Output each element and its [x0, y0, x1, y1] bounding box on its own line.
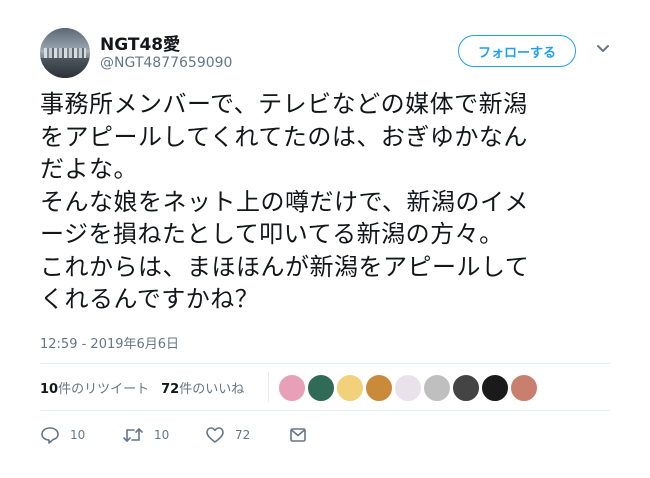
liker-avatar[interactable]: [452, 374, 480, 402]
liker-avatar[interactable]: [394, 374, 422, 402]
divider-bottom: [40, 410, 610, 411]
divider-top: [40, 363, 610, 364]
envelope-icon: [290, 428, 306, 442]
retweet-count: 10: [154, 428, 170, 442]
display-name[interactable]: NGT48愛: [100, 30, 180, 55]
avatar-sky: [40, 28, 90, 50]
likes-label: 件のいいね: [179, 382, 245, 397]
reply-count: 10: [70, 428, 86, 442]
reply-button[interactable]: 10: [40, 426, 85, 444]
retweets-count: 10: [40, 382, 59, 397]
likes-count: 72: [161, 382, 180, 397]
avatar-water: [40, 58, 90, 78]
follow-button-label: フォローする: [477, 45, 556, 61]
reply-icon: [41, 427, 59, 444]
user-handle[interactable]: @NGT4877659090: [100, 55, 232, 71]
chevron-down-icon[interactable]: [594, 42, 612, 56]
like-stat[interactable]: 72件のいいね: [161, 382, 244, 397]
liker-avatar[interactable]: [336, 374, 364, 402]
liker-avatar[interactable]: [510, 374, 538, 402]
like-count: 72: [235, 428, 251, 442]
liker-avatar[interactable]: [365, 374, 393, 402]
user-avatar[interactable]: [40, 28, 90, 78]
retweet-button[interactable]: 10: [122, 426, 169, 444]
retweet-stat[interactable]: 10件のリツイート: [40, 382, 149, 397]
heart-icon: [206, 427, 224, 443]
liker-avatar[interactable]: [423, 374, 451, 402]
liker-avatar[interactable]: [278, 374, 306, 402]
stats-separator: [268, 372, 269, 402]
retweet-icon: [123, 428, 143, 442]
tweet-text: 事務所メンバーで、テレビなどの媒体で新潟 をアピールしてくれてたのは、おぎゆかな…: [40, 90, 530, 313]
tweet-timestamp[interactable]: 12:59 - 2019年6月6日: [40, 333, 179, 352]
liker-avatar[interactable]: [481, 374, 509, 402]
like-button[interactable]: 72: [205, 426, 250, 444]
follow-button[interactable]: フォローする: [458, 35, 576, 67]
liker-avatar[interactable]: [307, 374, 335, 402]
direct-message-button[interactable]: [288, 426, 308, 444]
tweet-stats: 10件のリツイート 72件のいいね: [40, 378, 244, 397]
retweets-label: 件のリツイート: [58, 382, 150, 397]
avatar-city: [44, 48, 86, 58]
